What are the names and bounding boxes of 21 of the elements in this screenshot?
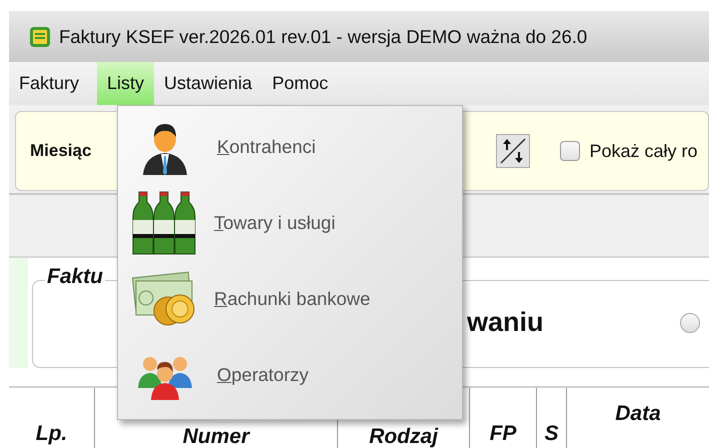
menu-item[interactable]: Listy	[97, 62, 154, 105]
document-icon	[29, 26, 51, 48]
sort-toggle-icon[interactable]	[496, 134, 530, 168]
column-header[interactable]: FP	[470, 388, 537, 448]
column-header[interactable]: Lp.	[9, 388, 95, 448]
column-header[interactable]: S	[537, 388, 567, 448]
menu-item[interactable]: Ustawienia	[154, 62, 262, 105]
menu-item[interactable]: Towary i usługi	[214, 212, 336, 234]
menu-item[interactable]: Pomoc	[262, 62, 338, 105]
bottles-icon	[132, 190, 198, 256]
menu-item[interactable]: Faktury	[9, 62, 90, 105]
menu-item[interactable]: Kontrahenci	[217, 136, 316, 158]
checkbox[interactable]	[560, 141, 580, 161]
menu-item[interactable]: Rachunki bankowe	[214, 288, 370, 310]
column-header[interactable]: Data	[567, 388, 709, 448]
window-title: Faktury KSEF ver.2026.01 rev.01 - wersja DEMO ważna do 26.0	[59, 26, 588, 48]
month-label: Miesiąc	[30, 141, 92, 161]
menu-item[interactable]: Operatorzy	[217, 364, 309, 386]
status-text: waniu	[467, 307, 544, 338]
radio-button[interactable]	[680, 313, 700, 333]
checkbox-label: Pokaż cały ro	[589, 140, 698, 162]
